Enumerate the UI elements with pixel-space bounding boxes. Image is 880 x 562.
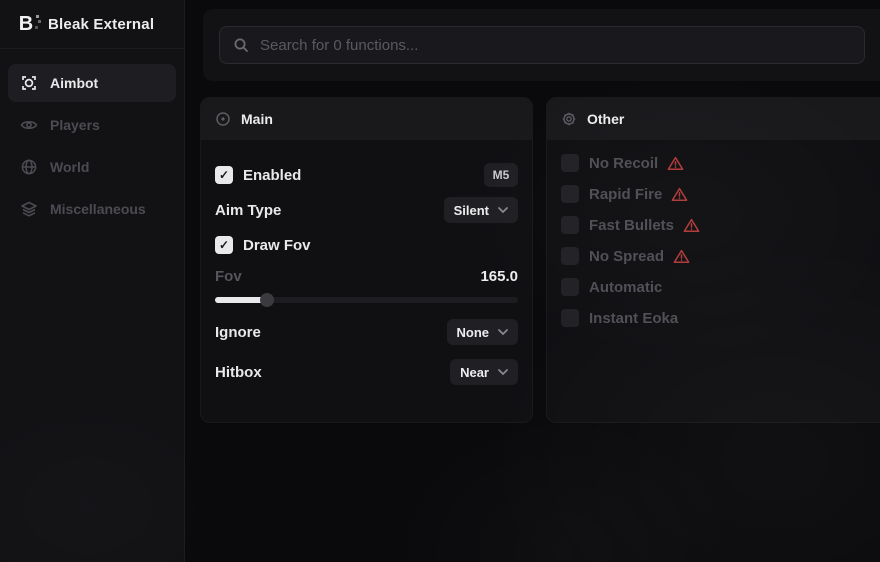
panel-other: Other No Recoil Rapid Fire Fast Bullets bbox=[546, 97, 880, 423]
crosshair-scan-icon bbox=[20, 74, 38, 92]
automatic-checkbox[interactable] bbox=[561, 278, 579, 296]
panel-other-header: Other bbox=[547, 98, 880, 140]
toggle-label: No Spread bbox=[589, 248, 664, 265]
ignore-label: Ignore bbox=[215, 324, 261, 341]
aim-type-label: Aim Type bbox=[215, 202, 281, 219]
aim-type-row: Aim Type Silent bbox=[215, 197, 518, 223]
eye-icon bbox=[20, 116, 38, 134]
keybind-button[interactable]: M5 bbox=[484, 163, 518, 187]
toggle-row-fast-bullets: Fast Bullets bbox=[561, 216, 879, 234]
content-area: Main Enabled M5 Aim Type Silent bbox=[185, 0, 880, 562]
warning-icon bbox=[673, 249, 690, 264]
toggle-row-instant-eoka: Instant Eoka bbox=[561, 309, 879, 327]
search-bar-container bbox=[203, 9, 880, 81]
rapid-fire-checkbox[interactable] bbox=[561, 185, 579, 203]
toggle-label: Fast Bullets bbox=[589, 217, 674, 234]
draw-fov-label: Draw Fov bbox=[243, 237, 311, 254]
sidebar-item-label: World bbox=[50, 159, 89, 175]
toggle-label: Rapid Fire bbox=[589, 186, 662, 203]
enabled-label: Enabled bbox=[243, 167, 301, 184]
aim-type-dropdown[interactable]: Silent bbox=[444, 197, 518, 223]
ignore-row: Ignore None bbox=[215, 319, 518, 345]
chevron-down-icon bbox=[498, 329, 508, 335]
hitbox-dropdown[interactable]: Near bbox=[450, 359, 518, 385]
slider-thumb[interactable] bbox=[260, 293, 274, 307]
sidebar-item-aimbot[interactable]: Aimbot bbox=[8, 64, 176, 102]
sidebar-nav: Aimbot Players World Miscellaneous bbox=[0, 49, 184, 243]
sidebar-item-miscellaneous[interactable]: Miscellaneous bbox=[8, 190, 176, 228]
panel-main-body: Enabled M5 Aim Type Silent Draw Fov Fov bbox=[201, 140, 532, 385]
toggle-label: Instant Eoka bbox=[589, 310, 678, 327]
instant-eoka-checkbox[interactable] bbox=[561, 309, 579, 327]
gear-icon bbox=[561, 111, 577, 127]
warning-icon bbox=[667, 156, 684, 171]
hitbox-row: Hitbox Near bbox=[215, 359, 518, 385]
fov-row: Fov 165.0 bbox=[215, 267, 518, 285]
enabled-row: Enabled M5 bbox=[215, 162, 518, 188]
ignore-dropdown[interactable]: None bbox=[447, 319, 519, 345]
enabled-checkbox[interactable] bbox=[215, 166, 233, 184]
sidebar-item-label: Players bbox=[50, 117, 100, 133]
search-field[interactable] bbox=[219, 26, 865, 64]
toggle-row-automatic: Automatic bbox=[561, 278, 879, 296]
toggle-row-no-recoil: No Recoil bbox=[561, 154, 879, 172]
panel-title: Main bbox=[241, 111, 273, 127]
chevron-down-icon bbox=[498, 207, 508, 213]
warning-icon bbox=[671, 187, 688, 202]
chevron-down-icon bbox=[498, 369, 508, 375]
sidebar: B Bleak External Aimbot Players World bbox=[0, 0, 185, 562]
target-icon bbox=[215, 111, 231, 127]
sidebar-item-label: Miscellaneous bbox=[50, 201, 146, 217]
fov-value: 165.0 bbox=[480, 268, 518, 285]
no-recoil-checkbox[interactable] bbox=[561, 154, 579, 172]
no-spread-checkbox[interactable] bbox=[561, 247, 579, 265]
search-icon bbox=[233, 37, 249, 53]
toggle-label: No Recoil bbox=[589, 155, 658, 172]
app-title: Bleak External bbox=[48, 16, 154, 33]
panel-main: Main Enabled M5 Aim Type Silent bbox=[200, 97, 533, 423]
aim-type-value: Silent bbox=[454, 203, 489, 218]
sidebar-item-label: Aimbot bbox=[50, 75, 98, 91]
panel-title: Other bbox=[587, 111, 624, 127]
warning-icon bbox=[683, 218, 700, 233]
fov-slider[interactable] bbox=[215, 293, 518, 307]
toggle-row-no-spread: No Spread bbox=[561, 247, 879, 265]
search-input[interactable] bbox=[260, 37, 851, 54]
sidebar-item-players[interactable]: Players bbox=[8, 106, 176, 144]
hitbox-value: Near bbox=[460, 365, 489, 380]
hitbox-label: Hitbox bbox=[215, 364, 262, 381]
panel-other-body: No Recoil Rapid Fire Fast Bullets bbox=[547, 140, 880, 327]
layers-icon bbox=[20, 200, 38, 218]
panel-main-header: Main bbox=[201, 98, 532, 140]
toggle-label: Automatic bbox=[589, 279, 662, 296]
fov-label: Fov bbox=[215, 268, 242, 285]
app-logo-icon: B bbox=[15, 13, 37, 35]
draw-fov-checkbox[interactable] bbox=[215, 236, 233, 254]
fast-bullets-checkbox[interactable] bbox=[561, 216, 579, 234]
ignore-value: None bbox=[457, 325, 490, 340]
sidebar-item-world[interactable]: World bbox=[8, 148, 176, 186]
globe-icon bbox=[20, 158, 38, 176]
brand: B Bleak External bbox=[0, 0, 184, 49]
draw-fov-row: Draw Fov bbox=[215, 233, 518, 257]
toggle-row-rapid-fire: Rapid Fire bbox=[561, 185, 879, 203]
